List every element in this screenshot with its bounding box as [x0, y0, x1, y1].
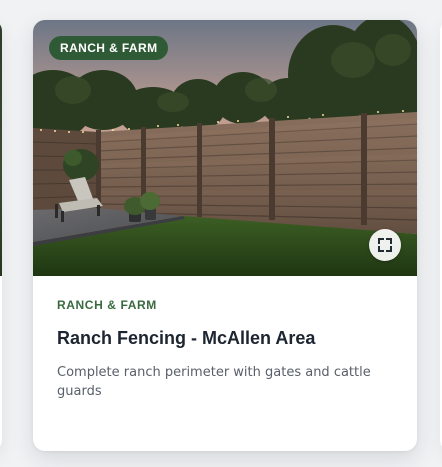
expand-image-button[interactable] [369, 229, 401, 261]
card-body: RANCH & FARM Ranch Fencing - McAllen Are… [33, 276, 417, 421]
category-badge: RANCH & FARM [49, 36, 169, 60]
project-title[interactable]: Ranch Fencing - McAllen Area [57, 327, 393, 349]
category-label: RANCH & FARM [57, 298, 157, 312]
expand-icon [378, 238, 392, 252]
project-description: Complete ranch perimeter with gates and … [57, 365, 371, 399]
gallery-stage: RANCH & FARM RANCH & FARM Ranch Fencing … [0, 0, 442, 467]
previous-card-image [0, 20, 2, 276]
previous-card-edge[interactable] [0, 20, 2, 451]
project-photo[interactable]: RANCH & FARM [33, 20, 417, 276]
project-card[interactable]: RANCH & FARM RANCH & FARM Ranch Fencing … [33, 20, 417, 451]
